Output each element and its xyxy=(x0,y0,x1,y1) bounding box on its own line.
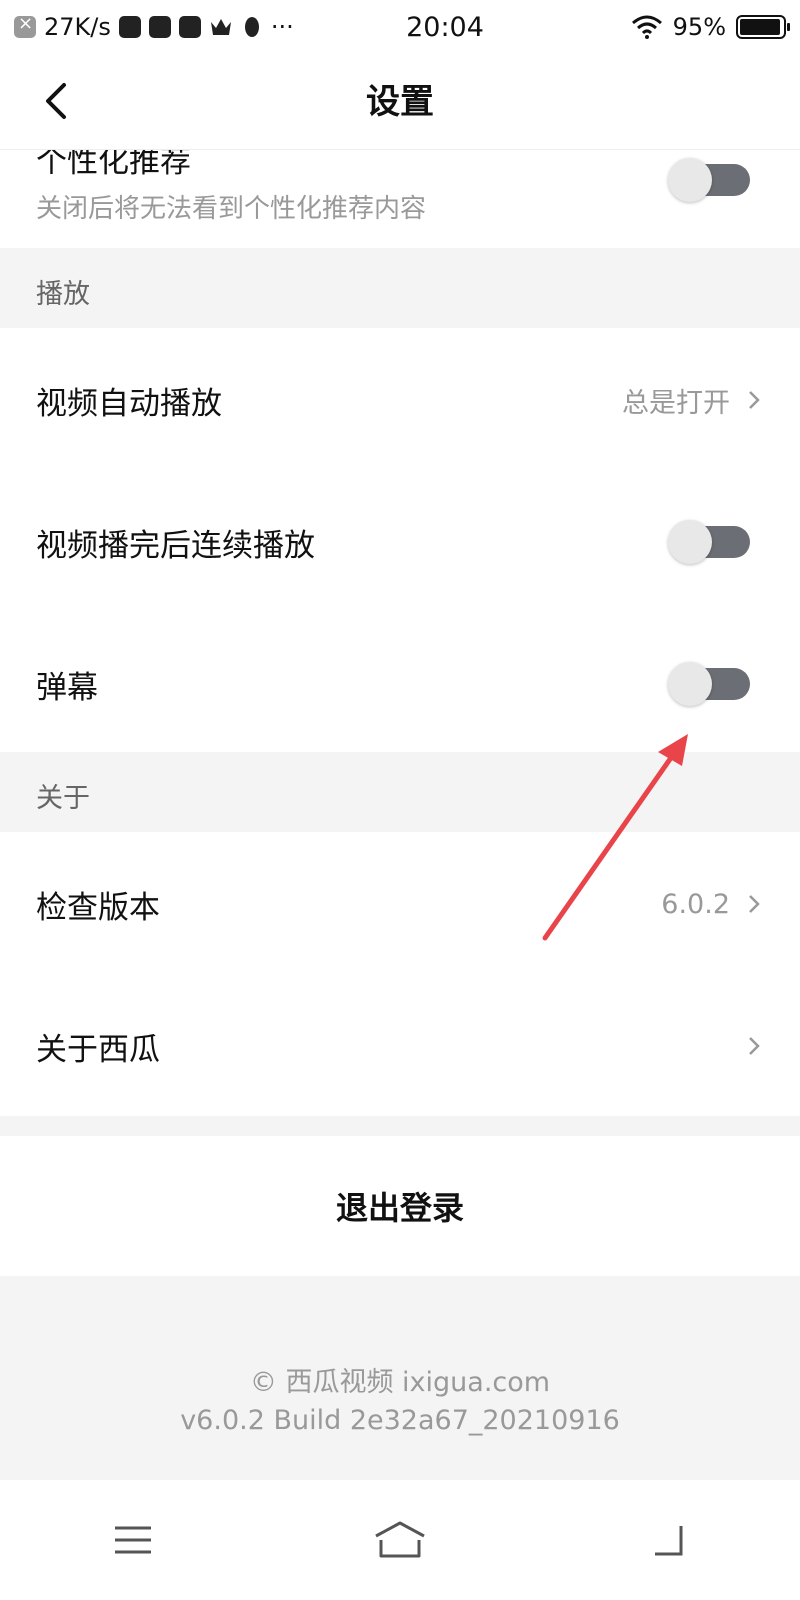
danmaku-toggle[interactable] xyxy=(668,662,750,706)
battery-percent: 95% xyxy=(672,13,726,41)
navigation-bar: 设置 xyxy=(0,54,800,150)
home-icon xyxy=(375,1521,425,1558)
footer: © 西瓜视频 ixigua.com v6.0.2 Build 2e32a67_2… xyxy=(0,1364,800,1440)
network-speed: 27K/s xyxy=(44,13,111,41)
about-xigua-row[interactable]: 关于西瓜 xyxy=(0,974,800,1118)
wifi-icon xyxy=(631,15,662,39)
check-version-row[interactable]: 检查版本 6.0.2 xyxy=(0,832,800,976)
system-navigation-bar xyxy=(0,1480,800,1600)
pinwheel-app-icon xyxy=(148,16,171,38)
autoplay-label: 视频自动播放 xyxy=(36,385,222,422)
status-bar: 27K/s ··· 20:04 95% xyxy=(0,0,800,54)
chevron-right-icon xyxy=(749,1037,760,1055)
page-title: 设置 xyxy=(366,82,434,122)
status-right: 95% xyxy=(586,13,790,41)
crown-icon xyxy=(210,19,231,35)
danmaku-label: 弹幕 xyxy=(36,669,98,706)
more-notifications: ··· xyxy=(270,13,294,41)
toggle-knob xyxy=(668,662,712,706)
continuous-play-row: 视频播完后连续播放 xyxy=(0,470,800,614)
toggle-knob xyxy=(668,158,712,202)
danmaku-row: 弹幕 xyxy=(0,612,800,756)
menu-button[interactable] xyxy=(93,1510,173,1570)
autoplay-row[interactable]: 视频自动播放 总是打开 xyxy=(0,328,800,472)
menu-icon xyxy=(115,1526,152,1554)
qq-penguin-icon xyxy=(244,17,259,37)
personalization-row: 个性化推荐 关闭后将无法看到个性化推荐内容 xyxy=(0,150,800,248)
back-arrow-icon xyxy=(46,83,66,119)
back-button[interactable] xyxy=(30,76,80,126)
close-notification-icon xyxy=(14,13,36,38)
back-return-icon xyxy=(654,1526,683,1556)
video-app-icon xyxy=(118,16,141,38)
status-left: 27K/s ··· xyxy=(14,13,344,41)
check-version-label: 检查版本 xyxy=(36,889,160,926)
chevron-right-icon xyxy=(749,391,760,409)
build-text: v6.0.2 Build 2e32a67_20210916 xyxy=(180,1405,620,1436)
clock: 20:04 xyxy=(406,11,484,43)
about-section-header: 关于 xyxy=(0,752,800,832)
playback-section: 视频自动播放 总是打开 视频播完后连续播放 弹幕 xyxy=(0,328,800,752)
bag-app-icon xyxy=(178,16,201,38)
recent-apps-button[interactable] xyxy=(627,1510,707,1570)
version-value: 6.0.2 xyxy=(661,888,730,920)
home-button[interactable] xyxy=(360,1510,440,1570)
about-xigua-label: 关于西瓜 xyxy=(36,1031,160,1068)
playback-section-header: 播放 xyxy=(0,248,800,328)
about-section: 检查版本 6.0.2 关于西瓜 xyxy=(0,832,800,1116)
personalization-description: 关闭后将无法看到个性化推荐内容 xyxy=(36,194,427,224)
toggle-knob xyxy=(668,520,712,564)
chevron-right-icon xyxy=(749,895,760,913)
personalization-label: 个性化推荐 xyxy=(36,150,191,180)
battery-icon xyxy=(736,15,790,39)
copyright-text: © 西瓜视频 ixigua.com xyxy=(249,1367,551,1398)
continuous-play-toggle[interactable] xyxy=(668,520,750,564)
personalization-toggle[interactable] xyxy=(668,158,750,202)
continuous-play-label: 视频播完后连续播放 xyxy=(36,527,315,564)
logout-button[interactable]: 退出登录 xyxy=(0,1136,800,1276)
autoplay-value: 总是打开 xyxy=(622,387,730,419)
